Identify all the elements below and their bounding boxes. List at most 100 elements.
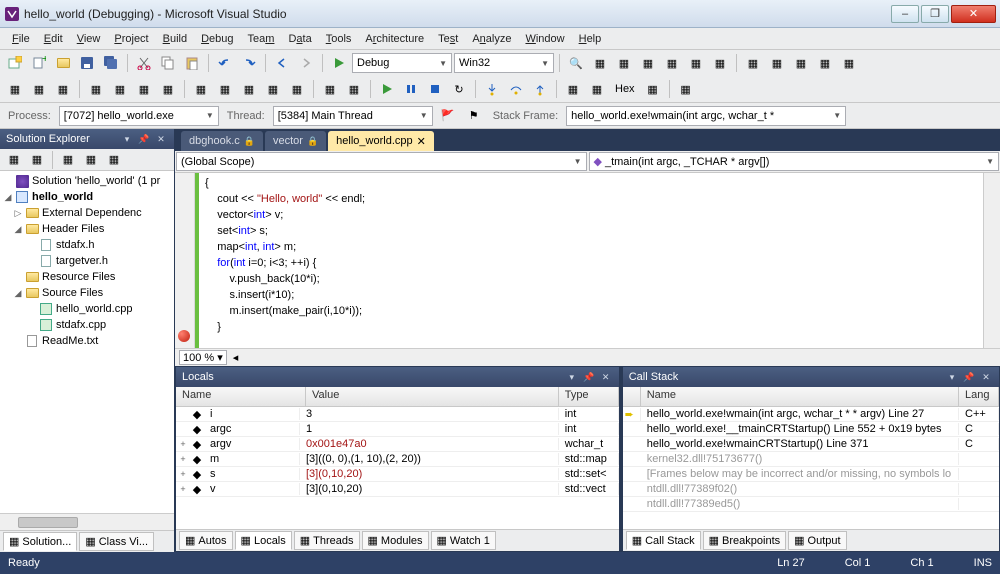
pause-button[interactable] — [400, 78, 422, 100]
menu-architecture[interactable]: Architecture — [359, 31, 430, 47]
breakpoint-gutter[interactable] — [175, 173, 195, 348]
tb-btn-c[interactable]: ▦ — [637, 52, 659, 74]
find-button[interactable]: 🔍 — [565, 52, 587, 74]
tab-callstack[interactable]: ▦ Call Stack — [626, 531, 701, 550]
tb2-j[interactable]: ▦ — [238, 78, 260, 100]
close-button[interactable]: ✕ — [951, 5, 996, 23]
callstack-grid[interactable]: ➨hello_world.exe!wmain(int argc, wchar_t… — [623, 407, 999, 529]
cut-button[interactable] — [133, 52, 155, 74]
locals-col-name[interactable]: Name — [176, 387, 306, 406]
nav-fwd-button[interactable] — [295, 52, 317, 74]
tab-modules[interactable]: ▦ Modules — [362, 531, 429, 550]
scope-combo[interactable]: (Global Scope)▼ — [176, 152, 587, 171]
menu-file[interactable]: File — [6, 31, 36, 47]
step-out-button[interactable] — [529, 78, 551, 100]
redo-button[interactable] — [238, 52, 260, 74]
tb2-i[interactable]: ▦ — [214, 78, 236, 100]
undo-button[interactable] — [214, 52, 236, 74]
table-row[interactable]: ntdll.dll!77389f02() — [623, 482, 999, 497]
stop-button[interactable] — [424, 78, 446, 100]
menu-debug[interactable]: Debug — [195, 31, 239, 47]
solexp-btn-a[interactable]: ▦ — [3, 149, 25, 171]
menu-edit[interactable]: Edit — [38, 31, 69, 47]
source-files-node[interactable]: Source Files — [42, 287, 103, 299]
tb2-g[interactable]: ▦ — [157, 78, 179, 100]
tb2-b[interactable]: ▦ — [28, 78, 50, 100]
table-row[interactable]: hello_world.exe!__tmainCRTStartup() Line… — [623, 422, 999, 437]
tb-btn-i[interactable]: ▦ — [790, 52, 812, 74]
panel-pin-icon[interactable]: 📌 — [962, 370, 976, 384]
tb-btn-d[interactable]: ▦ — [661, 52, 683, 74]
thread-filter-button[interactable]: ⚑ — [463, 105, 485, 127]
step-into-button[interactable] — [481, 78, 503, 100]
menu-view[interactable]: View — [71, 31, 107, 47]
panel-pin-icon[interactable]: 📌 — [137, 132, 151, 146]
hello-cpp-node[interactable]: hello_world.cpp — [56, 303, 132, 315]
panel-pin-icon[interactable]: 📌 — [582, 370, 596, 384]
table-row[interactable]: ➨hello_world.exe!wmain(int argc, wchar_t… — [623, 407, 999, 422]
panel-close-icon[interactable]: ✕ — [979, 370, 993, 384]
menu-tools[interactable]: Tools — [320, 31, 358, 47]
tab-classview[interactable]: ▦ Class Vi... — [79, 532, 154, 551]
save-button[interactable] — [76, 52, 98, 74]
locals-col-type[interactable]: Type — [559, 387, 619, 406]
panel-dropdown-icon[interactable]: ▾ — [945, 370, 959, 384]
tb2-hex-a[interactable]: ▦ — [562, 78, 584, 100]
platform-combo[interactable]: Win32▼ — [454, 53, 554, 73]
callstack-col-lang[interactable]: Lang — [959, 387, 999, 406]
tb2-e[interactable]: ▦ — [109, 78, 131, 100]
nav-back-button[interactable] — [271, 52, 293, 74]
tb2-end[interactable]: ▦ — [675, 78, 697, 100]
tb-btn-g[interactable]: ▦ — [742, 52, 764, 74]
new-project-button[interactable] — [4, 52, 26, 74]
targetver-h-node[interactable]: targetver.h — [56, 255, 108, 267]
table-row[interactable]: +◆v[3](0,10,20)std::vect — [176, 482, 619, 497]
panel-dropdown-icon[interactable]: ▾ — [120, 132, 134, 146]
table-row[interactable]: [Frames below may be incorrect and/or mi… — [623, 467, 999, 482]
solution-node[interactable]: Solution 'hello_world' (1 pr — [32, 175, 160, 187]
header-files-node[interactable]: Header Files — [42, 223, 104, 235]
solexp-btn-c[interactable]: ▦ — [57, 149, 79, 171]
menu-team[interactable]: Team — [242, 31, 281, 47]
tb2-hex-c[interactable]: ▦ — [642, 78, 664, 100]
tab-solution[interactable]: ▦ Solution... — [3, 532, 77, 551]
editor-vscroll[interactable] — [983, 173, 1000, 348]
resource-files-node[interactable]: Resource Files — [42, 271, 115, 283]
paste-button[interactable] — [181, 52, 203, 74]
solexp-btn-b[interactable]: ▦ — [26, 149, 48, 171]
tb-btn-h[interactable]: ▦ — [766, 52, 788, 74]
function-combo[interactable]: ◆_tmain(int argc, _TCHAR * argv[])▼ — [589, 152, 1000, 171]
save-all-button[interactable] — [100, 52, 122, 74]
table-row[interactable]: hello_world.exe!wmainCRTStartup() Line 3… — [623, 437, 999, 452]
tab-watch1[interactable]: ▦ Watch 1 — [431, 531, 496, 550]
table-row[interactable]: ◆argc1int — [176, 422, 619, 437]
project-node[interactable]: hello_world — [32, 191, 93, 203]
panel-close-icon[interactable]: ✕ — [154, 132, 168, 146]
start-debug-button[interactable] — [328, 52, 350, 74]
add-item-button[interactable]: + — [28, 52, 50, 74]
tb-btn-e[interactable]: ▦ — [685, 52, 707, 74]
menu-project[interactable]: Project — [108, 31, 154, 47]
zoom-combo[interactable]: 100 % ▾ — [179, 350, 227, 365]
table-row[interactable]: +◆s[3](0,10,20)std::set< — [176, 467, 619, 482]
locals-grid[interactable]: ◆i3int◆argc1int+◆argv0x001e47a0wchar_t+◆… — [176, 407, 619, 529]
tb2-k[interactable]: ▦ — [262, 78, 284, 100]
solexp-hscroll[interactable] — [0, 513, 174, 530]
locals-col-value[interactable]: Value — [306, 387, 559, 406]
menu-analyze[interactable]: Analyze — [466, 31, 517, 47]
solexp-btn-d[interactable]: ▦ — [80, 149, 102, 171]
stackframe-combo[interactable]: hello_world.exe!wmain(int argc, wchar_t … — [566, 106, 846, 126]
callstack-col-name[interactable]: Name — [641, 387, 959, 406]
menu-build[interactable]: Build — [157, 31, 193, 47]
panel-dropdown-icon[interactable]: ▾ — [565, 370, 579, 384]
tab-autos[interactable]: ▦ Autos — [179, 531, 233, 550]
code-editor[interactable]: { cout << "Hello, world" << endl; vector… — [199, 173, 983, 348]
readme-node[interactable]: ReadMe.txt — [42, 335, 98, 347]
tb-btn-f[interactable]: ▦ — [709, 52, 731, 74]
tb-btn-b[interactable]: ▦ — [613, 52, 635, 74]
tab-locals[interactable]: ▦ Locals — [235, 531, 292, 550]
menu-help[interactable]: Help — [573, 31, 608, 47]
solution-tree[interactable]: Solution 'hello_world' (1 pr ◢hello_worl… — [0, 171, 174, 513]
restart-button[interactable]: ↻ — [448, 78, 470, 100]
tb2-a[interactable]: ▦ — [4, 78, 26, 100]
